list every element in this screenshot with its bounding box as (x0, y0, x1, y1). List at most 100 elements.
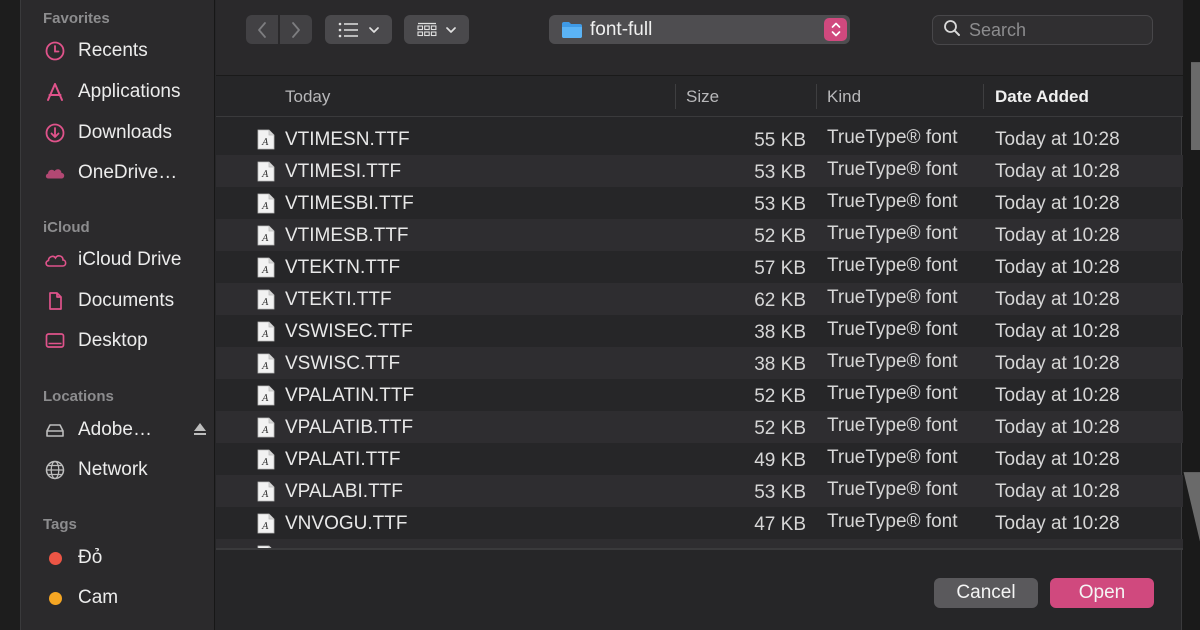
cloud-icon (43, 248, 67, 272)
file-kind: TrueType® font (827, 255, 958, 276)
sidebar-item-label: Adobe… (78, 419, 152, 440)
eject-icon[interactable] (192, 421, 208, 437)
column-divider[interactable] (983, 84, 984, 109)
sidebar-item-label: Documents (78, 290, 175, 311)
file-kind: TrueType® font (827, 351, 958, 372)
sidebar-item-desktop[interactable]: Desktop (43, 326, 208, 356)
background-glyph: W (1182, 450, 1200, 589)
file-name: VSWISC.TTF (285, 353, 401, 374)
svg-text:A: A (261, 522, 269, 532)
cancel-button[interactable]: Cancel (934, 578, 1038, 608)
table-row[interactable]: A VPALATIN.TTF 52 KB TrueType® font Today at… (216, 379, 1183, 411)
file-size: 53 KB (754, 162, 806, 183)
column-header-size[interactable]: Size (686, 76, 719, 117)
search-icon (943, 19, 961, 42)
file-kind: TrueType® font (827, 159, 958, 180)
table-row[interactable]: A VTIMESN.TTF 55 KB TrueType® font Today at … (216, 123, 1183, 155)
sidebar-item-label: Recents (78, 40, 148, 61)
sidebar-item-recents[interactable]: Recents (43, 36, 208, 66)
tag-red-dot-icon (43, 546, 67, 570)
table-row[interactable]: A VTEKTN.TTF 57 KB TrueType® font Today at 1… (216, 251, 1183, 283)
file-size: 38 KB (754, 322, 806, 343)
font-file-icon: A (257, 385, 275, 406)
column-header-kind[interactable]: Kind (827, 76, 861, 117)
table-row[interactable]: A VTEKTI.TTF 62 KB TrueType® font Today at 1… (216, 283, 1183, 315)
sidebar: Favorites Recents Applications Downloads… (21, 0, 215, 630)
sidebar-item-label: Downloads (78, 122, 172, 143)
file-kind: TrueType® font (827, 127, 958, 148)
list-view-button[interactable] (325, 15, 392, 44)
search-field[interactable] (932, 15, 1153, 45)
table-row[interactable]: A VPALATIB.TTF 52 KB TrueType® font Today at… (216, 411, 1183, 443)
tag-orange-dot-icon (43, 586, 67, 610)
table-row[interactable]: A VSWISC.TTF 38 KB TrueType® font Today at 1… (216, 347, 1183, 379)
file-name: VPALATIB.TTF (285, 417, 414, 438)
file-kind: TrueType® font (827, 415, 958, 436)
back-button[interactable] (246, 15, 278, 44)
font-file-icon: A (257, 353, 275, 374)
sidebar-item-tag-orange[interactable]: Cam (43, 583, 208, 613)
file-size: 55 KB (754, 130, 806, 151)
chevron-down-icon (369, 26, 379, 34)
file-size: 49 KB (754, 450, 806, 471)
font-file-icon: A (257, 513, 275, 534)
table-row[interactable]: A VTIMESB.TTF 52 KB TrueType® font Today at … (216, 219, 1183, 251)
chevron-left-icon (256, 21, 268, 39)
file-name: VPALABI.TTF (285, 481, 403, 502)
svg-text:A: A (261, 234, 269, 244)
file-size: 52 KB (754, 386, 806, 407)
sidebar-item-tag-red[interactable]: Đỏ (43, 543, 208, 573)
file-date-added: Today at 10:28 (995, 257, 1120, 278)
sidebar-item-downloads[interactable]: Downloads (43, 118, 208, 148)
table-row[interactable]: A VNVOGU.TTF 47 KB TrueType® font Today at 1… (216, 507, 1183, 539)
table-row[interactable]: A VSWISEC.TTF 38 KB TrueType® font Today at … (216, 315, 1183, 347)
sidebar-item-adobe[interactable]: Adobe… (43, 415, 208, 445)
file-kind: TrueType® font (827, 319, 958, 340)
document-icon (43, 289, 67, 313)
search-input[interactable] (969, 19, 1139, 41)
file-name: VTIMESBI.TTF (285, 193, 414, 214)
column-header-date-added[interactable]: Date Added (995, 76, 1089, 117)
file-name: VTIMESB.TTF (285, 225, 409, 246)
path-popup[interactable]: font-full (549, 15, 850, 44)
sidebar-item-applications[interactable]: Applications (43, 77, 208, 107)
file-name: VPALATI.TTF (285, 449, 401, 470)
svg-text:A: A (261, 138, 269, 148)
file-size: 52 KB (754, 418, 806, 439)
svg-text:A: A (261, 330, 269, 340)
sidebar-item-label: OneDrive… (78, 162, 178, 183)
file-size: 53 KB (754, 194, 806, 215)
group-view-button[interactable] (404, 15, 469, 44)
table-row[interactable]: A VTIMESBI.TTF 53 KB TrueType® font Today at… (216, 187, 1183, 219)
forward-button[interactable] (280, 15, 312, 44)
column-header: Today Size Kind Date Added (216, 76, 1183, 117)
table-row[interactable]: A VPALABI.TTF 53 KB TrueType® font Today at … (216, 475, 1183, 507)
sidebar-heading-favorites: Favorites (43, 10, 110, 27)
table-row[interactable]: A VTIMESI.TTF 53 KB TrueType® font Today at … (216, 155, 1183, 187)
grid-icon (417, 22, 437, 38)
applications-icon (43, 80, 67, 104)
svg-text:A: A (261, 298, 269, 308)
sidebar-item-documents[interactable]: Documents (43, 286, 208, 316)
open-button[interactable]: Open (1050, 578, 1154, 608)
sidebar-item-network[interactable]: Network (43, 455, 208, 485)
sidebar-item-label: Đỏ (78, 547, 103, 568)
open-file-dialog: Favorites Recents Applications Downloads… (20, 0, 1183, 630)
background-window-left (0, 0, 20, 630)
file-name: VNVOGU.TTF (285, 513, 408, 534)
column-header-name[interactable]: Today (285, 76, 330, 117)
table-row[interactable]: A (216, 539, 1183, 548)
file-kind: TrueType® font (827, 287, 958, 308)
svg-text:A: A (261, 362, 269, 372)
column-divider[interactable] (675, 84, 676, 109)
svg-text:A: A (261, 266, 269, 276)
font-file-icon: A (257, 289, 275, 310)
file-date-added: Today at 10:28 (995, 129, 1120, 150)
table-row[interactable]: A VPALATI.TTF 49 KB TrueType® font Today at … (216, 443, 1183, 475)
sidebar-item-onedrive[interactable]: OneDrive… (43, 158, 208, 188)
file-kind: TrueType® font (827, 223, 958, 244)
column-divider[interactable] (816, 84, 817, 109)
sidebar-item-icloud-drive[interactable]: iCloud Drive (43, 245, 208, 275)
background-glyph: K (1182, 40, 1200, 179)
file-kind: TrueType® font (827, 511, 958, 532)
